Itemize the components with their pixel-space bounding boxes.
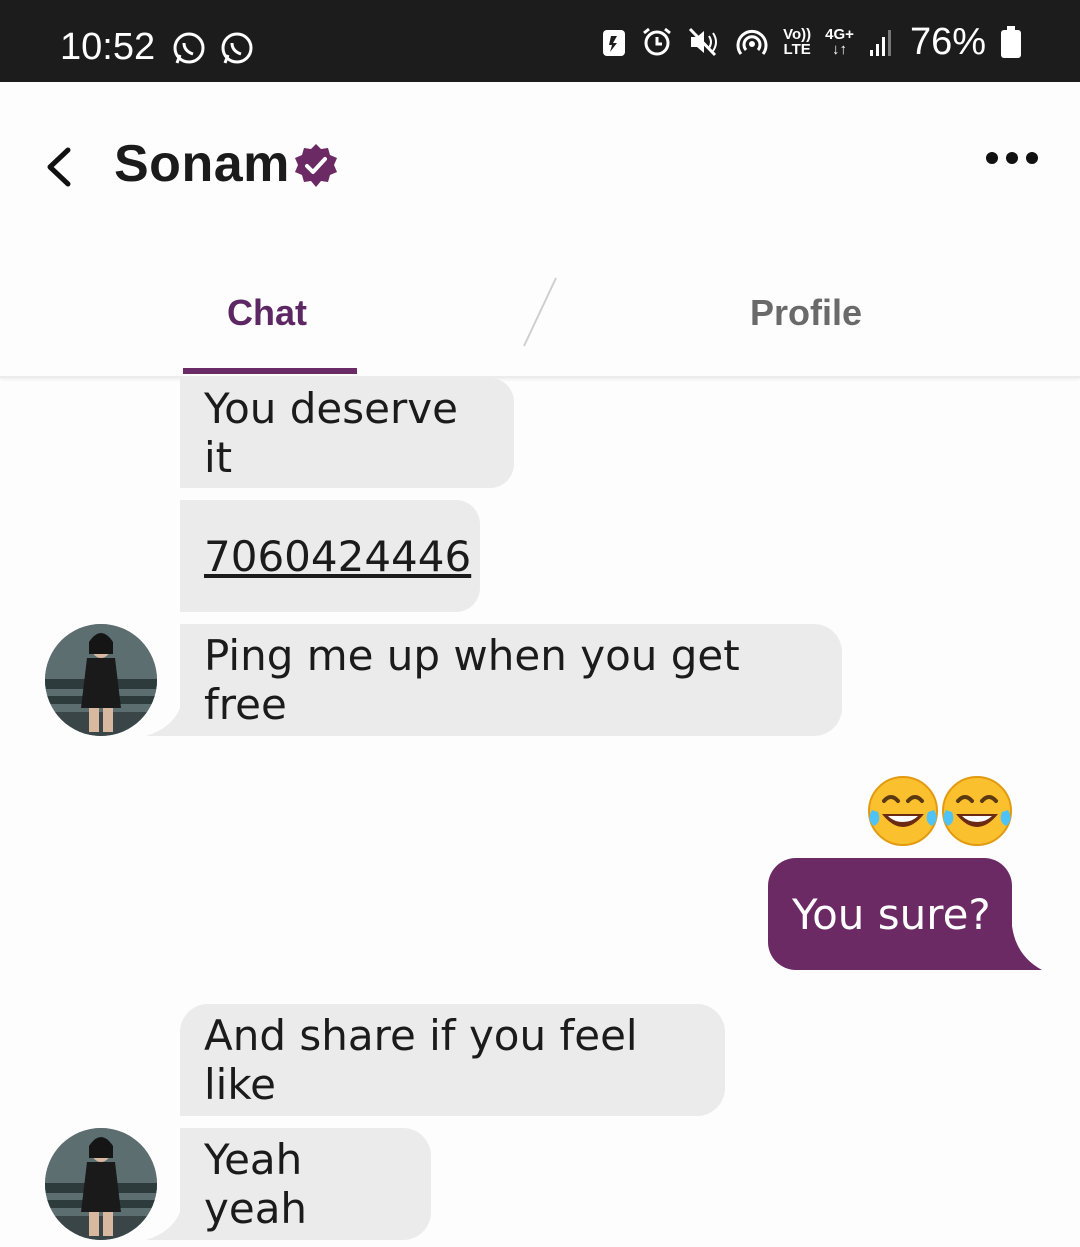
alarm-icon <box>643 27 672 56</box>
message-bubble-incoming[interactable]: Ping me up when you get free <box>180 624 842 736</box>
message-text: You sure? <box>792 889 991 939</box>
network-indicator: 4G+ ↓↑ <box>825 26 854 58</box>
laughing-emoji-icon <box>940 774 1014 848</box>
message-text: Ping me up when you get free <box>204 631 740 729</box>
more-options-icon[interactable] <box>984 148 1040 168</box>
message-text: Yeah yeah <box>204 1135 308 1233</box>
phone-number-link[interactable]: 7060424446 <box>204 532 471 581</box>
tab-divider <box>523 277 557 347</box>
avatar-photo <box>45 1128 157 1240</box>
message-list: You deserve it 7060424446 Ping me up whe… <box>0 378 1080 1247</box>
bubble-tail <box>146 1212 186 1240</box>
verified-badge-icon <box>295 144 337 187</box>
mute-icon <box>689 27 718 57</box>
bubble-tail <box>1000 926 1042 970</box>
whatsapp-icon <box>173 32 205 64</box>
message-text: And share if you feel like <box>204 1011 638 1109</box>
avatar[interactable] <box>45 1128 157 1240</box>
tab-profile[interactable]: Profile <box>750 292 862 334</box>
message-text: You deserve it <box>204 384 458 482</box>
chat-header: Sonam <box>0 82 1080 252</box>
message-bubble-incoming[interactable]: 7060424446 <box>180 500 480 612</box>
message-bubble-incoming[interactable]: Yeah yeah <box>180 1128 431 1240</box>
volte-indicator: Vo)) LTE <box>783 26 812 58</box>
battery-saver-icon <box>603 30 626 56</box>
tab-chat[interactable]: Chat <box>227 292 307 334</box>
status-icons: Vo)) LTE 4G+ ↓↑ 76% <box>601 20 1022 63</box>
back-arrow-icon[interactable] <box>40 144 80 190</box>
avatar[interactable] <box>45 624 157 736</box>
laughing-emoji-icon <box>866 774 940 848</box>
message-bubble-incoming[interactable]: You deserve it <box>180 378 514 488</box>
battery-icon <box>1001 26 1021 58</box>
signal-icon <box>869 30 891 56</box>
message-bubble-outgoing[interactable]: You sure? <box>768 858 1012 970</box>
contact-name: Sonam <box>114 135 290 193</box>
avatar-photo <box>45 624 157 736</box>
message-bubble-incoming[interactable]: And share if you feel like <box>180 1004 725 1116</box>
whatsapp-icon <box>221 32 253 64</box>
status-bar: 10:52 Vo)) LTE 4G+ ↓↑ 76% <box>0 0 1080 82</box>
hotspot-icon <box>736 29 768 55</box>
active-tab-indicator <box>183 368 357 374</box>
tab-bar: Chat Profile <box>0 252 1080 378</box>
battery-percent: 76% <box>909 20 986 63</box>
bubble-tail <box>146 708 186 736</box>
status-time: 10:52 <box>60 26 156 68</box>
